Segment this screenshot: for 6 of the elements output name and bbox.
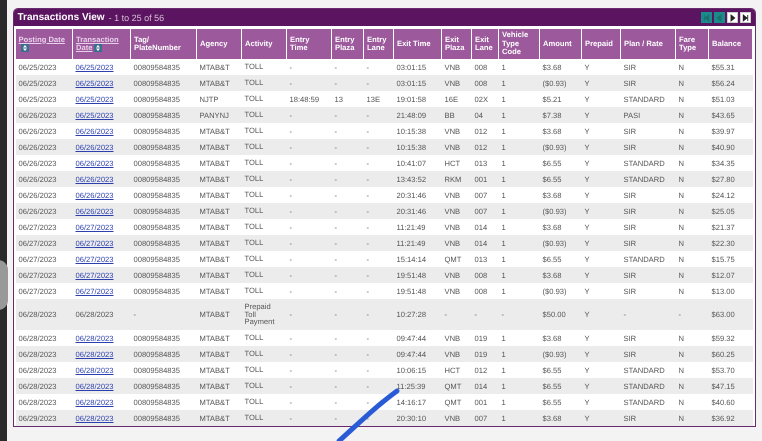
last-page-button[interactable] [740,12,751,23]
sort-icon[interactable] [94,44,102,52]
panel-title: Transactions View [18,12,105,23]
record-range: - 1 to 25 of 56 [108,12,164,22]
sort-icon[interactable] [20,44,28,52]
next-page-button[interactable] [727,12,738,23]
